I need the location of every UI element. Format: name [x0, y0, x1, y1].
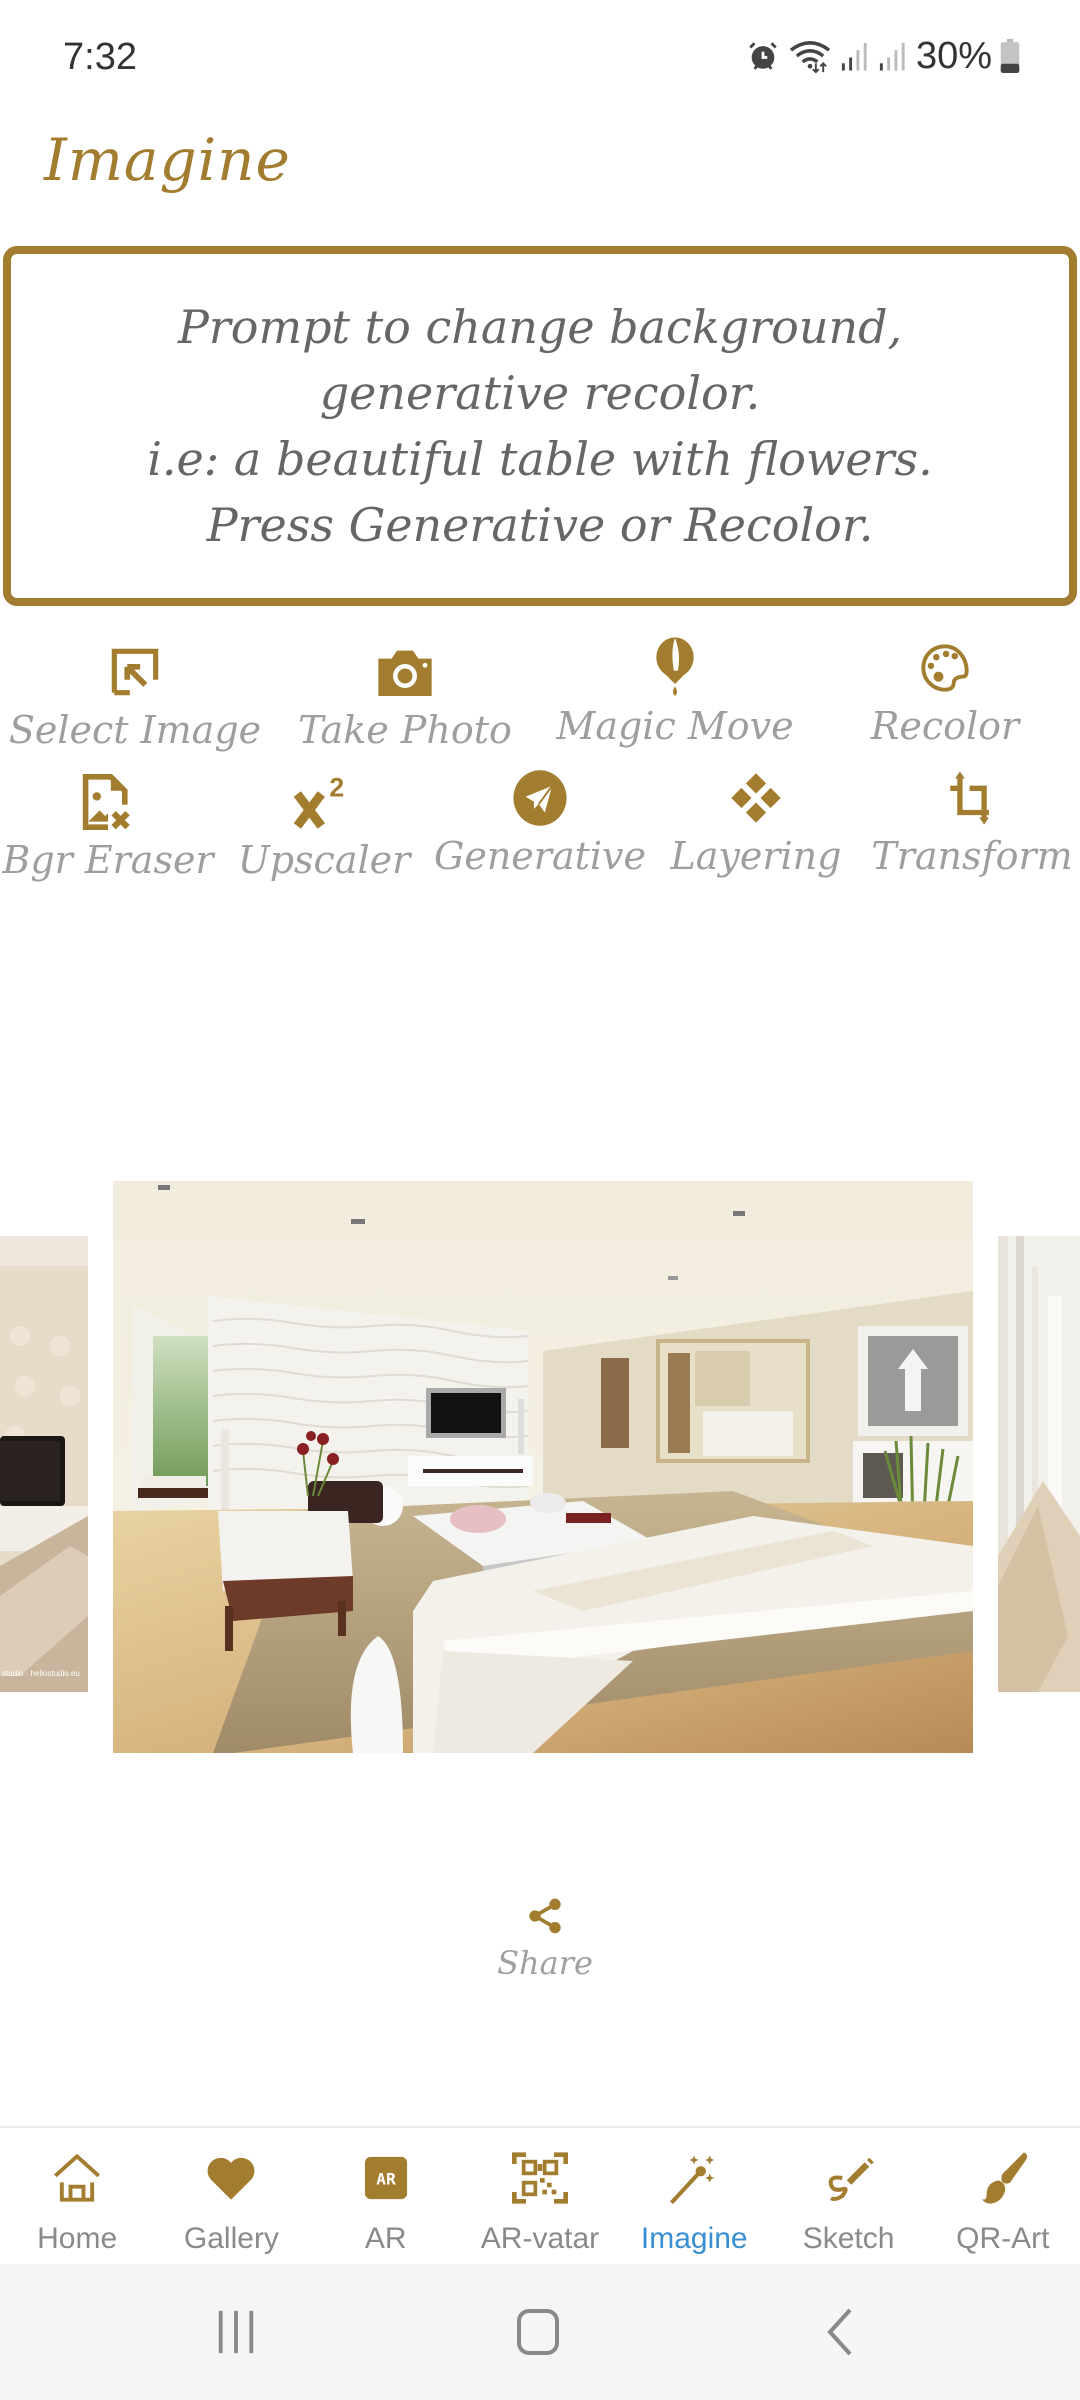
prompt-line: Press Generative or Recolor.	[206, 498, 874, 552]
home-icon	[45, 2146, 109, 2210]
nav-item-home[interactable]: Home	[0, 2128, 154, 2264]
tool-label: Take Photo	[298, 708, 512, 752]
carousel-image-next[interactable]	[998, 1236, 1080, 1692]
take-photo-button[interactable]: Take Photo	[280, 640, 530, 752]
image-carousel[interactable]: studio · hellostudio.eu	[0, 1170, 1080, 1770]
tool-label: Upscaler	[237, 838, 411, 882]
image-remove-icon	[76, 770, 140, 834]
tool-label: Layering	[670, 834, 842, 878]
prompt-input[interactable]: Prompt to change background, generative …	[3, 246, 1077, 606]
nav-item-imagine[interactable]: Imagine	[617, 2128, 771, 2264]
nav-item-ar-vatar[interactable]: AR-vatar	[463, 2128, 617, 2264]
prompt-line: i.e: a beautiful table with flowers.	[147, 432, 933, 486]
select-image-icon	[103, 640, 167, 704]
share-icon	[525, 1895, 565, 1942]
home-system-icon	[516, 2308, 560, 2361]
crop-icon	[940, 766, 1004, 830]
nav-label: QR-Art	[956, 2222, 1050, 2255]
tool-label: Generative	[433, 834, 646, 878]
ar-icon: AR	[354, 2146, 418, 2210]
palette-icon	[913, 636, 977, 700]
sketch-icon	[817, 2146, 881, 2210]
nav-label: Home	[37, 2222, 118, 2255]
watermark-text: studio · hellostudio.eu	[2, 1669, 80, 1678]
nav-item-sketch[interactable]: Sketch	[771, 2128, 925, 2264]
share-button[interactable]: Share	[480, 1895, 610, 1982]
tool-label: Bgr Eraser	[2, 838, 214, 882]
status-icons: 30%	[746, 34, 1020, 78]
heart-icon	[199, 2146, 263, 2210]
upscaler-button[interactable]: 2 Upscaler	[216, 770, 432, 882]
transform-button[interactable]: Transform	[864, 766, 1080, 878]
nav-label: AR-vatar	[480, 2222, 600, 2255]
recolor-button[interactable]: Recolor	[820, 636, 1070, 748]
diamonds-icon	[724, 766, 788, 830]
carousel-image-current[interactable]	[113, 1181, 973, 1753]
signal-icon	[840, 40, 870, 72]
back-button[interactable]	[800, 2304, 880, 2364]
tool-label: Magic Move	[556, 704, 794, 748]
status-bar: 7:32 30%	[0, 0, 1080, 120]
carousel-image-previous[interactable]: studio · hellostudio.eu	[0, 1236, 88, 1692]
qr-scan-icon	[508, 2146, 572, 2210]
magic-move-button[interactable]: Magic Move	[550, 636, 800, 748]
svg-text:AR: AR	[376, 2170, 396, 2189]
status-time: 7:32	[63, 36, 137, 78]
back-icon	[825, 2308, 855, 2361]
superscript-icon: 2	[292, 770, 356, 834]
send-icon	[508, 766, 572, 830]
select-image-button[interactable]: Select Image	[8, 640, 262, 752]
tool-label: Select Image	[8, 708, 262, 752]
svg-text:2: 2	[329, 773, 344, 803]
brush-icon	[971, 2146, 1035, 2210]
nav-item-gallery[interactable]: Gallery	[154, 2128, 308, 2264]
prompt-line: Prompt to change background, generative …	[177, 300, 903, 420]
home-system-button[interactable]	[498, 2304, 578, 2364]
battery-icon	[1000, 39, 1020, 73]
signal-icon	[878, 40, 908, 72]
nav-item-ar[interactable]: AR AR	[309, 2128, 463, 2264]
recent-apps-icon	[214, 2309, 258, 2360]
nav-label: Gallery	[183, 2222, 279, 2255]
page-title: Imagine	[44, 126, 291, 194]
tool-label: Recolor	[870, 704, 1020, 748]
bottom-navigation: Home Gallery AR AR AR-vatar Imagine Sket…	[0, 2126, 1080, 2264]
bgr-eraser-button[interactable]: Bgr Eraser	[0, 770, 216, 882]
share-label: Share	[497, 1944, 593, 1982]
nav-label: Sketch	[802, 2222, 895, 2255]
wifi-icon	[788, 38, 832, 74]
prompt-placeholder: Prompt to change background, generative …	[51, 294, 1029, 558]
recent-apps-button[interactable]	[196, 2304, 276, 2364]
balloon-icon	[643, 636, 707, 700]
layering-button[interactable]: Layering	[648, 766, 864, 878]
nav-item-qr-art[interactable]: QR-Art	[926, 2128, 1080, 2264]
system-navigation-bar	[0, 2264, 1080, 2400]
tool-label: Transform	[871, 834, 1073, 878]
camera-icon	[373, 640, 437, 704]
battery-percent: 30%	[915, 34, 992, 77]
nav-label: AR	[364, 2222, 407, 2255]
magic-wand-icon	[662, 2146, 726, 2210]
generative-button[interactable]: Generative	[432, 766, 648, 878]
alarm-icon	[746, 39, 780, 73]
nav-label: Imagine	[640, 2222, 748, 2255]
